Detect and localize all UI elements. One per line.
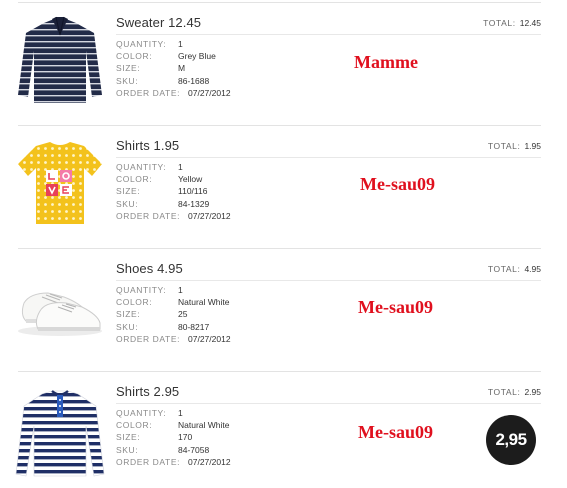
item-title[interactable]: Sweater 12.45 — [116, 15, 201, 30]
color-value: Yellow — [178, 174, 203, 185]
sku-label: SKU: — [116, 198, 139, 209]
quantity-value: 1 — [178, 408, 183, 418]
order-item: Shoes 4.95 TOTAL: 4.95 QUANTITY: 1 COLOR: N… — [0, 249, 567, 372]
item-title[interactable]: Shirts 1.95 — [116, 138, 179, 153]
size-label: SIZE: — [116, 63, 141, 74]
handwritten-annotation: Mamme — [354, 52, 418, 72]
total-value: 12.45 — [519, 18, 541, 28]
size-value: 110/116 — [178, 186, 208, 197]
quantity-value: 1 — [178, 285, 183, 295]
handwritten-annotation: Me-sau09 — [360, 174, 435, 194]
item-total: TOTAL: 12.45 — [483, 18, 541, 28]
total-value: 1.95 — [524, 141, 541, 151]
order-item: Sweater 12.45 TOTAL: 12.45 QUANTITY: 1 COL… — [0, 3, 567, 126]
item-details: QUANTITY: 1 COLOR: Natural White SIZE: 170 … — [116, 407, 231, 468]
quantity-label: QUANTITY: — [116, 285, 167, 295]
color-label: COLOR: — [116, 297, 153, 308]
item-details: QUANTITY: 1 COLOR: Yellow SIZE: 110/116 SKU… — [116, 161, 231, 222]
sku-value: 80-8217 — [178, 321, 210, 332]
total-value: 2.95 — [524, 387, 541, 397]
order-date-label: ORDER DATE: — [116, 87, 181, 98]
color-value: Natural White — [178, 297, 230, 308]
sku-value: 86-1688 — [178, 75, 210, 86]
total-label: TOTAL: — [487, 387, 521, 397]
order-date-value: 07/27/2012 — [188, 456, 231, 467]
color-label: COLOR: — [116, 420, 153, 431]
total-label: TOTAL: — [487, 141, 521, 151]
order-item: Shirts 1.95 TOTAL: 1.95 QUANTITY: 1 COLOR:… — [0, 126, 567, 249]
item-rule — [116, 157, 541, 158]
item-total: TOTAL: 2.95 — [488, 387, 541, 397]
item-total: TOTAL: 1.95 — [488, 141, 541, 151]
item-rule — [116, 403, 541, 404]
color-label: COLOR: — [116, 174, 153, 185]
striped-henley-shirt-icon[interactable] — [14, 386, 106, 478]
handwritten-annotation: Me-sau09 — [358, 297, 433, 317]
order-date-value: 07/27/2012 — [188, 87, 231, 98]
handwritten-annotation: Me-sau09 — [358, 422, 433, 442]
size-label: SIZE: — [116, 186, 141, 197]
size-value: M — [178, 63, 186, 74]
order-date-label: ORDER DATE: — [116, 456, 181, 467]
sku-label: SKU: — [116, 75, 139, 86]
color-label: COLOR: — [116, 51, 153, 62]
item-title[interactable]: Shoes 4.95 — [116, 261, 183, 276]
item-rule — [116, 34, 541, 35]
order-item-list: Sweater 12.45 TOTAL: 12.45 QUANTITY: 1 COL… — [0, 0, 567, 488]
total-label: TOTAL: — [487, 264, 521, 274]
white-sneakers-icon[interactable] — [14, 263, 106, 355]
order-date-value: 07/27/2012 — [188, 333, 231, 344]
quantity-value: 1 — [178, 162, 183, 172]
sku-value: 84-7058 — [178, 444, 210, 455]
sku-value: 84-1329 — [178, 198, 210, 209]
size-value: 25 — [178, 309, 188, 320]
quantity-label: QUANTITY: — [116, 162, 167, 172]
price-badge: 2,95 — [486, 415, 536, 465]
order-item: Shirts 2.95 TOTAL: 2.95 QUANTITY: 1 COLOR:… — [0, 372, 567, 488]
quantity-value: 1 — [178, 39, 183, 49]
order-date-label: ORDER DATE: — [116, 333, 181, 344]
navy-striped-sweater-icon[interactable] — [14, 13, 106, 105]
order-date-value: 07/27/2012 — [188, 210, 231, 221]
order-date-label: ORDER DATE: — [116, 210, 181, 221]
sku-label: SKU: — [116, 321, 139, 332]
color-value: Grey Blue — [178, 51, 216, 62]
item-details: QUANTITY: 1 COLOR: Natural White SIZE: 25 S… — [116, 284, 231, 345]
size-label: SIZE: — [116, 432, 141, 443]
total-label: TOTAL: — [483, 18, 516, 28]
item-title[interactable]: Shirts 2.95 — [116, 384, 179, 399]
total-value: 4.95 — [524, 264, 541, 274]
yellow-love-tshirt-icon[interactable] — [14, 138, 106, 230]
size-value: 170 — [178, 432, 193, 443]
quantity-label: QUANTITY: — [116, 39, 167, 49]
color-value: Natural White — [178, 420, 230, 431]
item-details: QUANTITY: 1 COLOR: Grey Blue SIZE: M SKU: 86… — [116, 38, 231, 99]
item-total: TOTAL: 4.95 — [488, 264, 541, 274]
size-label: SIZE: — [116, 309, 141, 320]
sku-label: SKU: — [116, 444, 139, 455]
item-rule — [116, 280, 541, 281]
quantity-label: QUANTITY: — [116, 408, 167, 418]
